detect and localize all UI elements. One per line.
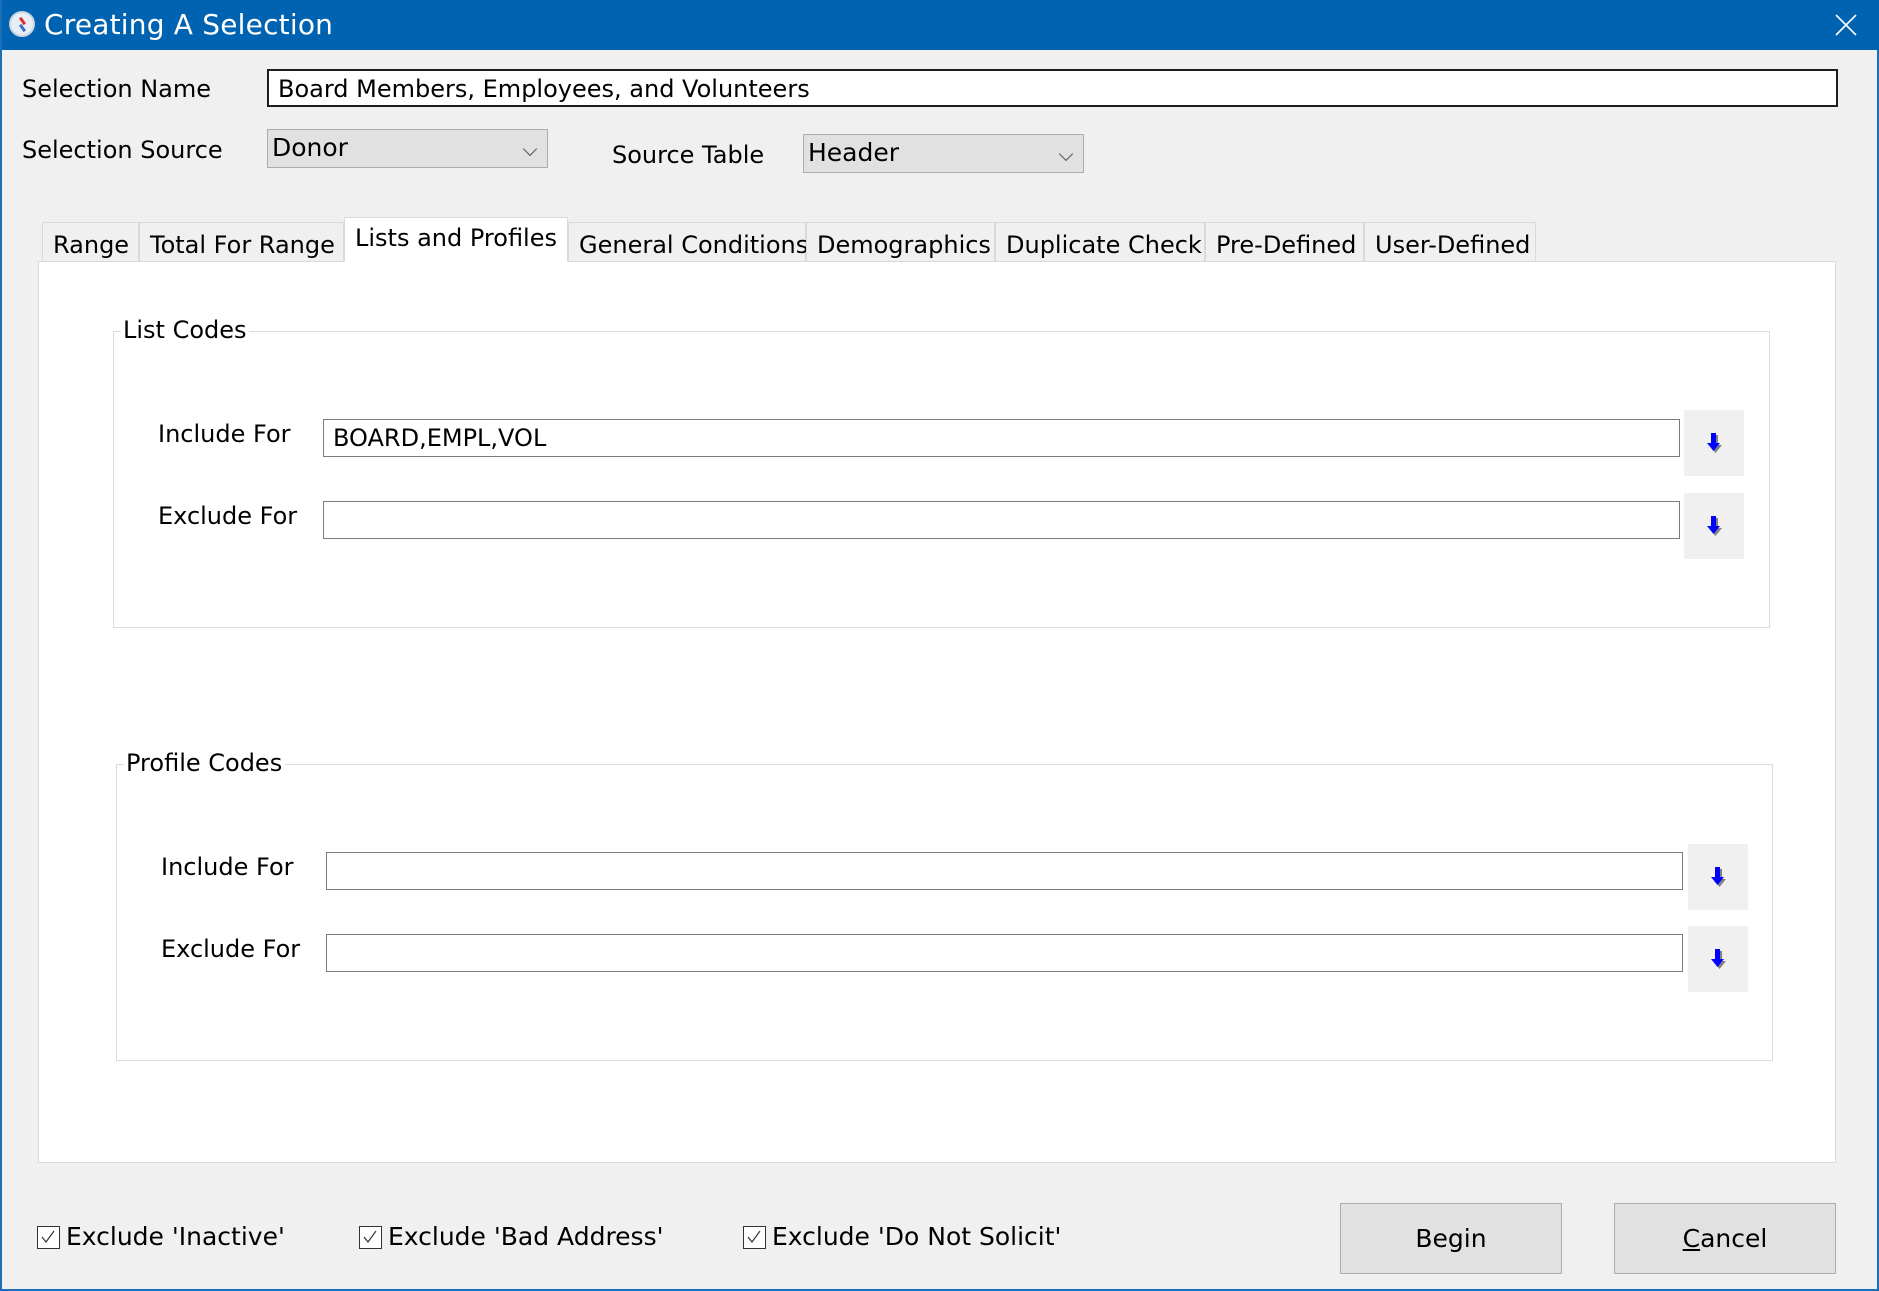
profile-include-input[interactable] <box>326 852 1683 890</box>
arrow-down-icon <box>1707 433 1722 453</box>
tab-total-for-range[interactable]: Total For Range <box>139 222 344 261</box>
chevron-down-icon <box>1058 146 1074 162</box>
source-table-dropdown[interactable]: Header <box>803 134 1084 173</box>
tab-duplicate-check[interactable]: Duplicate Check <box>995 222 1205 261</box>
tab-pre-defined[interactable]: Pre-Defined <box>1205 222 1364 261</box>
close-icon <box>1835 14 1857 36</box>
tab-general-conditions[interactable]: General Conditions <box>568 222 808 261</box>
begin-button[interactable]: Begin <box>1340 1203 1562 1274</box>
begin-button-label: Begin <box>1415 1224 1487 1253</box>
profile-exclude-picker-button[interactable] <box>1688 926 1748 992</box>
dialog-window: Creating A Selection Selection Name Boar… <box>0 0 1879 1291</box>
selection-name-label: Selection Name <box>22 75 212 103</box>
selection-source-value: Donor <box>272 133 348 162</box>
tab-lists-and-profiles[interactable]: Lists and Profiles <box>344 217 568 262</box>
exclude-bad-address-checkbox[interactable]: Exclude 'Bad Address' <box>359 1222 663 1252</box>
cancel-button[interactable]: Cancel <box>1614 1203 1836 1274</box>
tab-range[interactable]: Range <box>42 222 139 261</box>
close-button[interactable] <box>1811 0 1879 50</box>
list-include-label: Include For <box>158 420 291 448</box>
chevron-down-icon <box>522 141 538 157</box>
profile-exclude-label: Exclude For <box>161 935 301 963</box>
arrow-down-icon <box>1711 949 1726 969</box>
list-include-picker-button[interactable] <box>1684 410 1744 476</box>
tab-demographics[interactable]: Demographics <box>806 222 995 261</box>
source-table-value: Header <box>808 138 900 167</box>
selection-source-label: Selection Source <box>22 136 223 164</box>
list-exclude-label: Exclude For <box>158 502 298 530</box>
exclude-inactive-label: Exclude 'Inactive' <box>66 1222 285 1251</box>
profile-exclude-input[interactable] <box>326 934 1683 972</box>
compass-icon <box>9 11 35 37</box>
arrow-down-icon <box>1707 516 1722 536</box>
arrow-down-icon <box>1711 867 1726 887</box>
cancel-mnemonic: C <box>1682 1224 1701 1253</box>
list-exclude-input[interactable] <box>323 501 1680 539</box>
list-codes-group: List Codes <box>113 315 1770 628</box>
selection-name-input[interactable]: Board Members, Employees, and Volunteers <box>267 69 1838 107</box>
tab-user-defined[interactable]: User-Defined <box>1364 222 1536 261</box>
profile-codes-title: Profile Codes <box>124 748 285 778</box>
source-table-label: Source Table <box>612 141 765 169</box>
window-title: Creating A Selection <box>44 8 334 41</box>
profile-include-label: Include For <box>161 853 294 881</box>
exclude-do-not-solicit-checkbox[interactable]: Exclude 'Do Not Solicit' <box>743 1222 1061 1252</box>
checkbox-checked-icon <box>37 1225 60 1249</box>
list-exclude-picker-button[interactable] <box>1684 493 1744 559</box>
exclude-inactive-checkbox[interactable]: Exclude 'Inactive' <box>37 1222 285 1252</box>
cancel-button-label: ancel <box>1700 1224 1768 1253</box>
tab-panel-lists-and-profiles: List Codes Include For BOARD,EMPL,VOL Ex… <box>38 261 1836 1163</box>
list-codes-title: List Codes <box>121 315 249 345</box>
list-include-input[interactable]: BOARD,EMPL,VOL <box>323 419 1680 457</box>
exclude-bad-address-label: Exclude 'Bad Address' <box>388 1222 664 1251</box>
checkbox-checked-icon <box>743 1225 766 1249</box>
profile-include-picker-button[interactable] <box>1688 844 1748 910</box>
selection-source-dropdown[interactable]: Donor <box>267 129 548 168</box>
checkbox-checked-icon <box>359 1225 382 1249</box>
title-bar[interactable]: Creating A Selection <box>2 0 1879 50</box>
profile-codes-group: Profile Codes <box>116 748 1773 1061</box>
exclude-do-not-solicit-label: Exclude 'Do Not Solicit' <box>772 1222 1062 1251</box>
